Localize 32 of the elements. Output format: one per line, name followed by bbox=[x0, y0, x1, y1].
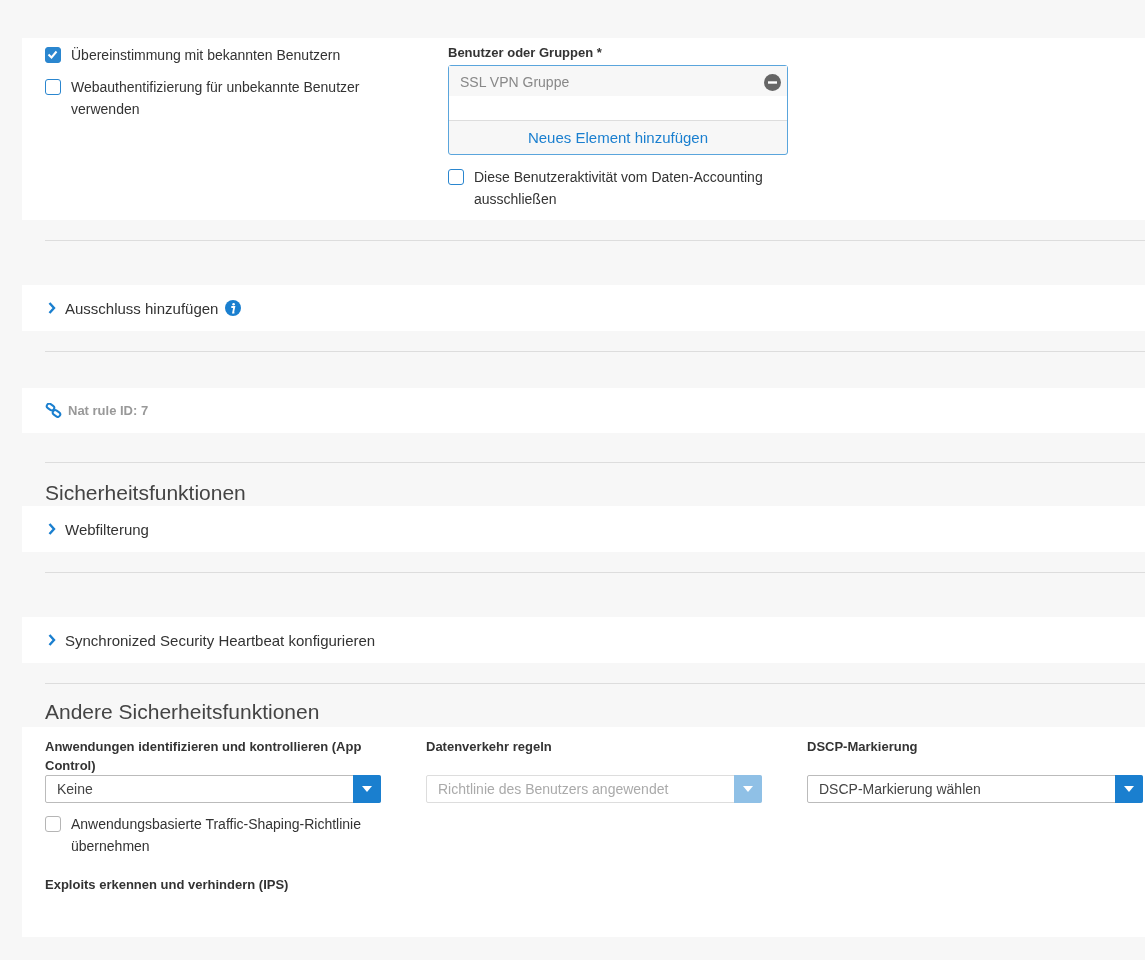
field-label: Benutzer oder Gruppen * bbox=[448, 44, 603, 62]
chevron-icon[interactable] bbox=[48, 634, 56, 646]
field-label: Exploits erkennen und verhindern (IPS) bbox=[45, 877, 290, 892]
caret-icon bbox=[1124, 786, 1134, 792]
checkbox-label: Anwendungsbasierte Traffic-Shaping-Richtlinie übernehmen bbox=[71, 815, 362, 856]
chevron-icon[interactable] bbox=[48, 302, 56, 314]
section-heading: Sicherheitsfunktionen bbox=[44, 480, 247, 506]
checkbox-label: Übereinstimmung mit bekannten Benutzern bbox=[71, 46, 341, 65]
section-toggle[interactable]: Synchronized Security Heartbeat konfigurieren bbox=[65, 631, 376, 649]
checkbox[interactable] bbox=[448, 169, 464, 185]
field-label: DSCP-Markierung bbox=[807, 738, 919, 756]
nat-rule-id: Nat rule ID: 7 bbox=[68, 403, 149, 418]
list-item: SSL VPN Gruppe bbox=[460, 74, 570, 90]
chevron-icon[interactable] bbox=[48, 523, 56, 535]
users-list-field[interactable]: SSL VPN Gruppe Neues Element hinzufügen bbox=[448, 65, 788, 155]
dropdown[interactable]: Keine bbox=[45, 775, 381, 803]
link-icon bbox=[45, 403, 62, 418]
caret-icon bbox=[743, 786, 753, 792]
section-heading: Andere Sicherheitsfunktionen bbox=[44, 699, 321, 725]
caret-icon bbox=[362, 786, 372, 792]
checkbox[interactable] bbox=[45, 47, 61, 63]
info-icon[interactable] bbox=[225, 300, 242, 316]
dropdown[interactable]: DSCP-Markierung wählen bbox=[807, 775, 1143, 803]
remove-icon[interactable] bbox=[764, 73, 781, 91]
checkbox[interactable] bbox=[45, 79, 61, 95]
add-item-link[interactable]: Neues Element hinzufügen bbox=[449, 121, 787, 154]
checkbox-label: Diese Benutzeraktivität vom Daten-Accounting ausschließen bbox=[474, 168, 764, 209]
field-label: Datenverkehr regeln bbox=[426, 738, 553, 756]
field-label: Anwendungen identifizieren und kontrollieren (App Control) bbox=[45, 738, 363, 775]
checkbox-label: Webauthentifizierung für unbekannte Benutzer verwenden bbox=[71, 78, 361, 119]
section-toggle[interactable]: Webfilterung bbox=[65, 520, 149, 538]
section-toggle[interactable]: Ausschluss hinzufügen bbox=[65, 299, 219, 317]
